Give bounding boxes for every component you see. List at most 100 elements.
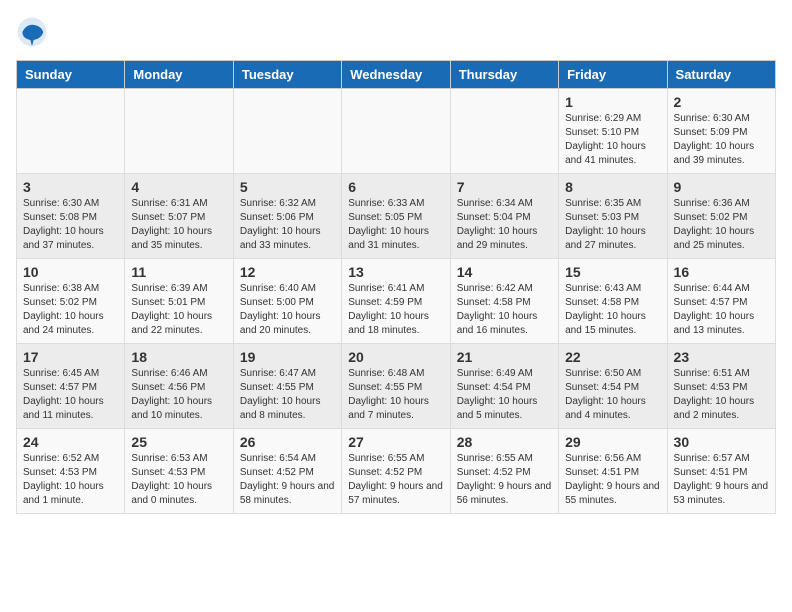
- calendar-cell: 2Sunrise: 6:30 AM Sunset: 5:09 PM Daylig…: [667, 89, 775, 174]
- day-number: 25: [131, 434, 226, 450]
- day-info: Sunrise: 6:52 AM Sunset: 4:53 PM Dayligh…: [23, 452, 118, 508]
- calendar-cell: 28 Sunrise: 6:55 AM Sunset: 4:52 PM Dayli…: [450, 429, 558, 514]
- day-info: Sunrise: 6:50 AM Sunset: 4:54 PM Dayligh…: [565, 367, 660, 423]
- calendar-cell: 29 Sunrise: 6:56 AM Sunset: 4:51 PM Dayli…: [559, 429, 667, 514]
- day-number: 10: [23, 264, 118, 280]
- calendar-cell: 5Sunrise: 6:32 AM Sunset: 5:06 PM Daylig…: [233, 174, 341, 259]
- day-number: 11: [131, 264, 226, 280]
- day-info: Sunrise: 6:53 AM Sunset: 4:53 PM Dayligh…: [131, 452, 226, 508]
- day-info: Sunrise: 6:56 AM Sunset: 4:51 PM Dayligh…: [565, 452, 660, 508]
- calendar-week-1: 1 Sunrise: 6:29 AM Sunset: 5:10 PM Daylig…: [17, 89, 776, 174]
- day-info: Sunrise: 6:41 AM Sunset: 4:59 PM Dayligh…: [348, 282, 443, 338]
- day-header-saturday: Saturday: [667, 61, 775, 89]
- calendar-week-3: 10 Sunrise: 6:38 AM Sunset: 5:02 PM Dayli…: [17, 259, 776, 344]
- calendar-week-2: 3 Sunrise: 6:30 AM Sunset: 5:08 PM Daylig…: [17, 174, 776, 259]
- calendar-cell: 18Sunrise: 6:46 AM Sunset: 4:56 PM Dayli…: [125, 344, 233, 429]
- day-info: Sunrise: 6:47 AM Sunset: 4:55 PM Dayligh…: [240, 367, 335, 423]
- calendar-cell: [17, 89, 125, 174]
- calendar-cell: 9Sunrise: 6:36 AM Sunset: 5:02 PM Daylig…: [667, 174, 775, 259]
- day-number: 14: [457, 264, 552, 280]
- calendar-cell: [450, 89, 558, 174]
- day-number: 21: [457, 349, 552, 365]
- page-header: [16, 16, 776, 48]
- day-header-thursday: Thursday: [450, 61, 558, 89]
- day-info: Sunrise: 6:57 AM Sunset: 4:51 PM Dayligh…: [674, 452, 769, 508]
- day-info: Sunrise: 6:40 AM Sunset: 5:00 PM Dayligh…: [240, 282, 335, 338]
- day-info: Sunrise: 6:48 AM Sunset: 4:55 PM Dayligh…: [348, 367, 443, 423]
- calendar-cell: 13 Sunrise: 6:41 AM Sunset: 4:59 PM Dayli…: [342, 259, 450, 344]
- calendar-cell: 8 Sunrise: 6:35 AM Sunset: 5:03 PM Daylig…: [559, 174, 667, 259]
- day-info: Sunrise: 6:35 AM Sunset: 5:03 PM Dayligh…: [565, 197, 660, 253]
- day-header-friday: Friday: [559, 61, 667, 89]
- calendar-cell: 20 Sunrise: 6:48 AM Sunset: 4:55 PM Dayli…: [342, 344, 450, 429]
- day-info: Sunrise: 6:34 AM Sunset: 5:04 PM Dayligh…: [457, 197, 552, 253]
- day-number: 2: [674, 94, 769, 110]
- logo-icon: [16, 16, 48, 48]
- calendar-cell: 15 Sunrise: 6:43 AM Sunset: 4:58 PM Dayli…: [559, 259, 667, 344]
- day-number: 13: [348, 264, 443, 280]
- day-info: Sunrise: 6:43 AM Sunset: 4:58 PM Dayligh…: [565, 282, 660, 338]
- calendar-cell: 10 Sunrise: 6:38 AM Sunset: 5:02 PM Dayli…: [17, 259, 125, 344]
- day-number: 8: [565, 179, 660, 195]
- day-number: 5: [240, 179, 335, 195]
- day-header-tuesday: Tuesday: [233, 61, 341, 89]
- calendar-cell: 23 Sunrise: 6:51 AM Sunset: 4:53 PM Dayli…: [667, 344, 775, 429]
- day-info: Sunrise: 6:29 AM Sunset: 5:10 PM Dayligh…: [565, 112, 660, 168]
- day-number: 6: [348, 179, 443, 195]
- day-info: Sunrise: 6:49 AM Sunset: 4:54 PM Dayligh…: [457, 367, 552, 423]
- calendar-cell: 22 Sunrise: 6:50 AM Sunset: 4:54 PM Dayli…: [559, 344, 667, 429]
- day-info: Sunrise: 6:55 AM Sunset: 4:52 PM Dayligh…: [457, 452, 552, 508]
- day-number: 3: [23, 179, 118, 195]
- day-info: Sunrise: 6:38 AM Sunset: 5:02 PM Dayligh…: [23, 282, 118, 338]
- day-number: 23: [674, 349, 769, 365]
- day-number: 22: [565, 349, 660, 365]
- day-number: 4: [131, 179, 226, 195]
- day-number: 30: [674, 434, 769, 450]
- calendar-week-5: 24 Sunrise: 6:52 AM Sunset: 4:53 PM Dayli…: [17, 429, 776, 514]
- day-info: Sunrise: 6:33 AM Sunset: 5:05 PM Dayligh…: [348, 197, 443, 253]
- day-number: 26: [240, 434, 335, 450]
- calendar-cell: [342, 89, 450, 174]
- day-number: 16: [674, 264, 769, 280]
- day-number: 19: [240, 349, 335, 365]
- calendar: SundayMondayTuesdayWednesdayThursdayFrid…: [16, 60, 776, 514]
- day-number: 20: [348, 349, 443, 365]
- calendar-week-4: 17Sunrise: 6:45 AM Sunset: 4:57 PM Dayli…: [17, 344, 776, 429]
- day-info: Sunrise: 6:30 AM Sunset: 5:08 PM Dayligh…: [23, 197, 118, 253]
- day-info: Sunrise: 6:55 AM Sunset: 4:52 PM Dayligh…: [348, 452, 443, 508]
- day-header-wednesday: Wednesday: [342, 61, 450, 89]
- day-info: Sunrise: 6:44 AM Sunset: 4:57 PM Dayligh…: [674, 282, 769, 338]
- calendar-cell: 27 Sunrise: 6:55 AM Sunset: 4:52 PM Dayli…: [342, 429, 450, 514]
- day-info: Sunrise: 6:42 AM Sunset: 4:58 PM Dayligh…: [457, 282, 552, 338]
- day-info: Sunrise: 6:51 AM Sunset: 4:53 PM Dayligh…: [674, 367, 769, 423]
- calendar-cell: 12 Sunrise: 6:40 AM Sunset: 5:00 PM Dayli…: [233, 259, 341, 344]
- day-number: 27: [348, 434, 443, 450]
- day-info: Sunrise: 6:54 AM Sunset: 4:52 PM Dayligh…: [240, 452, 335, 508]
- calendar-cell: 16 Sunrise: 6:44 AM Sunset: 4:57 PM Dayli…: [667, 259, 775, 344]
- day-info: Sunrise: 6:45 AM Sunset: 4:57 PM Dayligh…: [23, 367, 118, 423]
- day-number: 29: [565, 434, 660, 450]
- calendar-header-row: SundayMondayTuesdayWednesdayThursdayFrid…: [17, 61, 776, 89]
- calendar-cell: [233, 89, 341, 174]
- calendar-cell: 7Sunrise: 6:34 AM Sunset: 5:04 PM Daylig…: [450, 174, 558, 259]
- day-header-sunday: Sunday: [17, 61, 125, 89]
- day-number: 9: [674, 179, 769, 195]
- day-number: 24: [23, 434, 118, 450]
- calendar-cell: 26 Sunrise: 6:54 AM Sunset: 4:52 PM Dayli…: [233, 429, 341, 514]
- calendar-cell: [125, 89, 233, 174]
- calendar-cell: 21 Sunrise: 6:49 AM Sunset: 4:54 PM Dayli…: [450, 344, 558, 429]
- calendar-cell: 14 Sunrise: 6:42 AM Sunset: 4:58 PM Dayli…: [450, 259, 558, 344]
- calendar-cell: 11 Sunrise: 6:39 AM Sunset: 5:01 PM Dayli…: [125, 259, 233, 344]
- day-info: Sunrise: 6:39 AM Sunset: 5:01 PM Dayligh…: [131, 282, 226, 338]
- calendar-cell: 3 Sunrise: 6:30 AM Sunset: 5:08 PM Daylig…: [17, 174, 125, 259]
- day-number: 28: [457, 434, 552, 450]
- calendar-cell: 19 Sunrise: 6:47 AM Sunset: 4:55 PM Dayli…: [233, 344, 341, 429]
- day-info: Sunrise: 6:46 AM Sunset: 4:56 PM Dayligh…: [131, 367, 226, 423]
- day-number: 15: [565, 264, 660, 280]
- calendar-cell: 1 Sunrise: 6:29 AM Sunset: 5:10 PM Daylig…: [559, 89, 667, 174]
- day-number: 12: [240, 264, 335, 280]
- calendar-cell: 25 Sunrise: 6:53 AM Sunset: 4:53 PM Dayli…: [125, 429, 233, 514]
- day-number: 1: [565, 94, 660, 110]
- calendar-cell: 6 Sunrise: 6:33 AM Sunset: 5:05 PM Daylig…: [342, 174, 450, 259]
- calendar-cell: 17Sunrise: 6:45 AM Sunset: 4:57 PM Dayli…: [17, 344, 125, 429]
